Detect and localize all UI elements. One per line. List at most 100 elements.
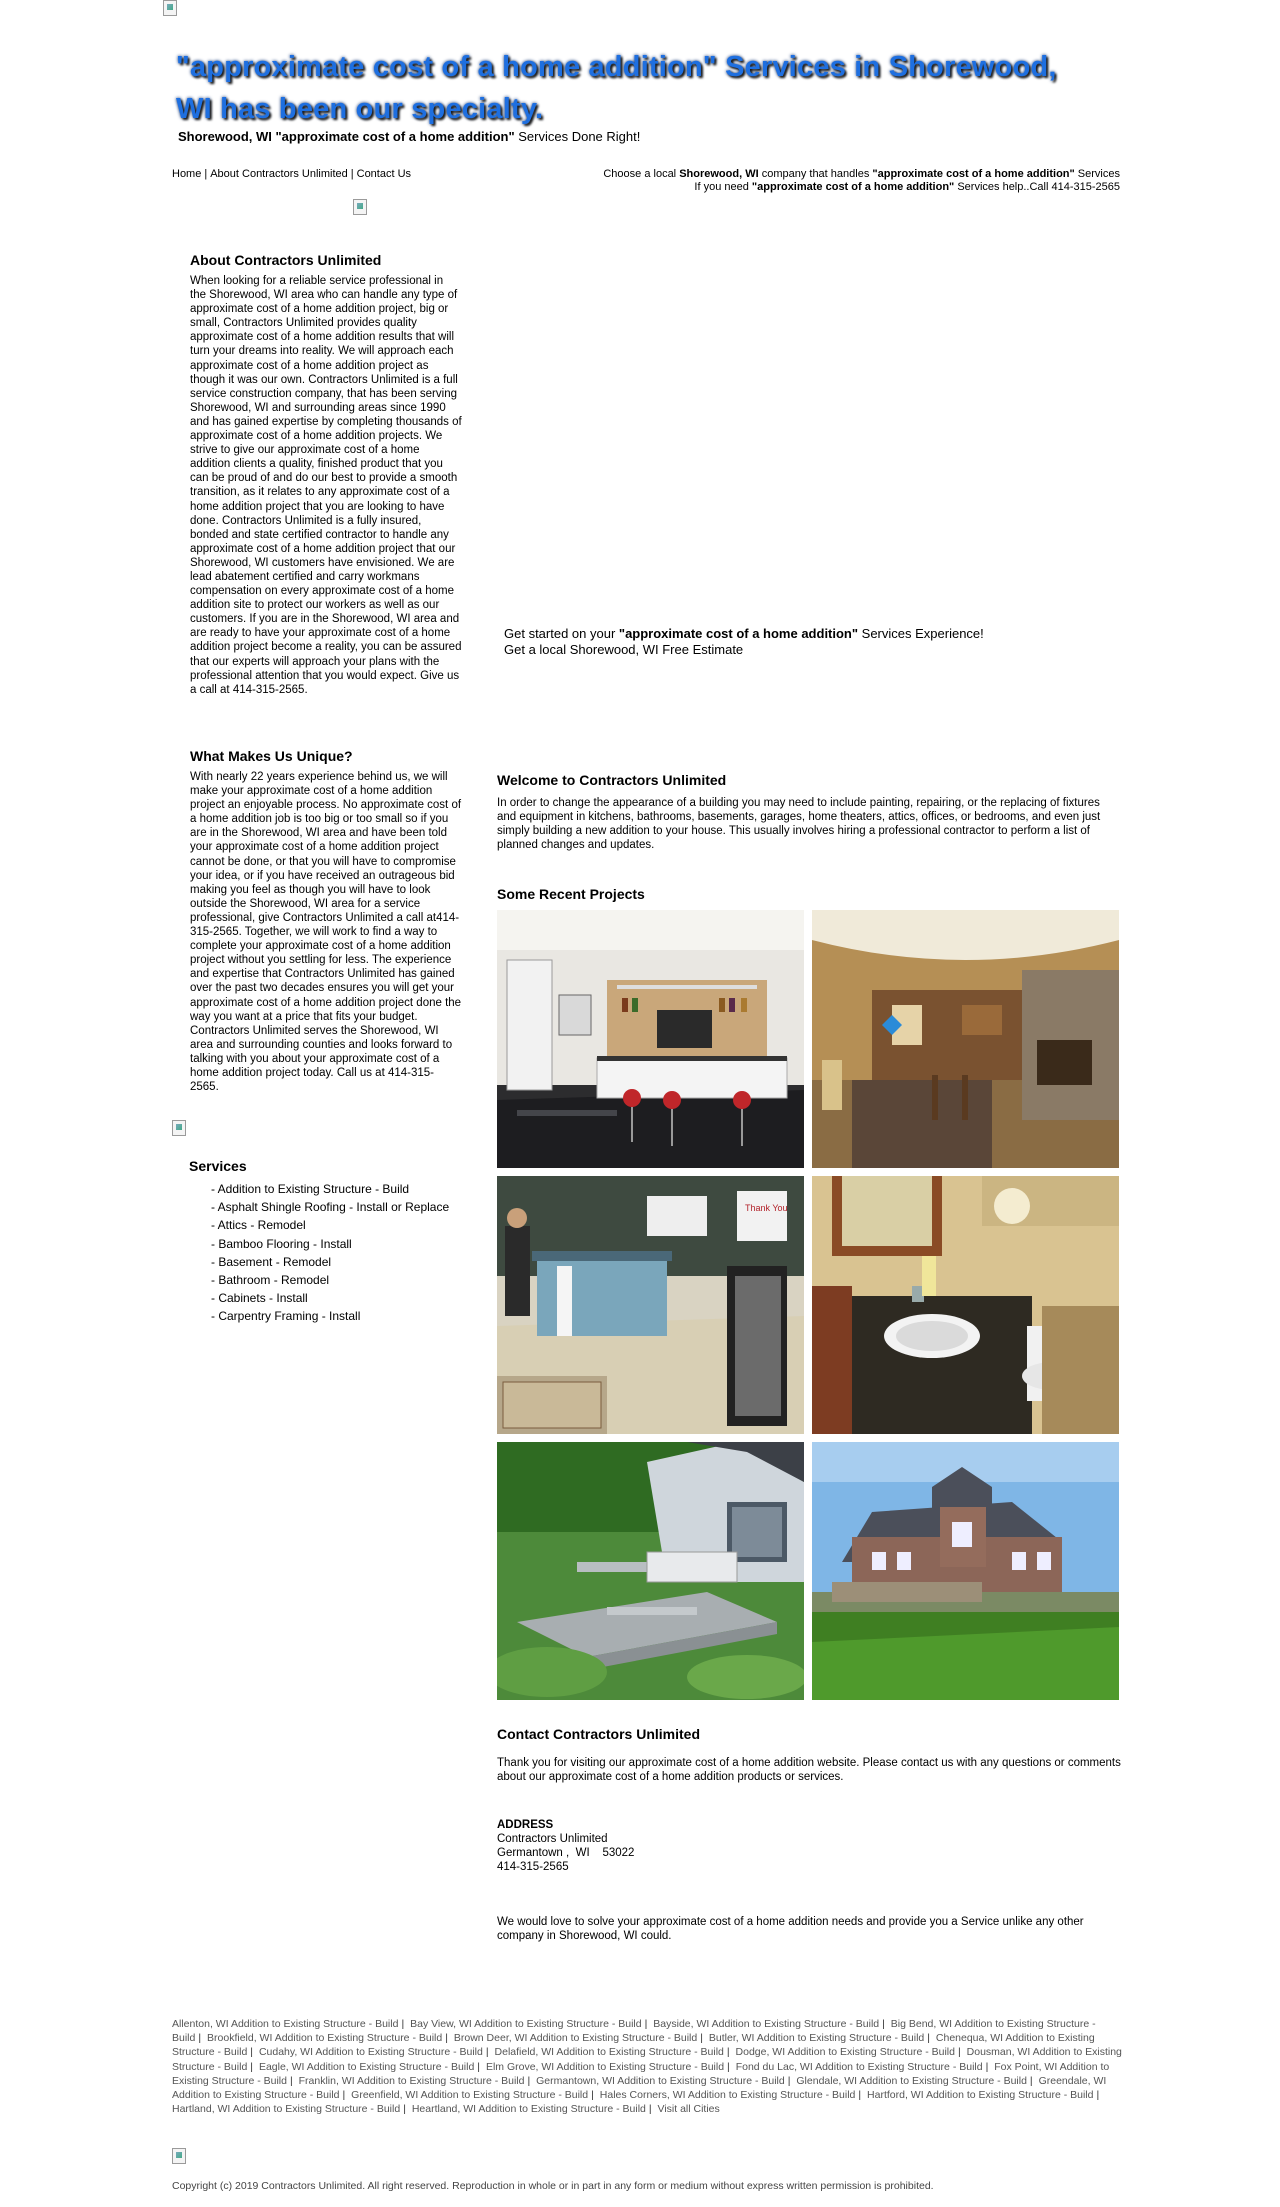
services-heading: Services	[189, 1158, 247, 1174]
tagline-line-2: If you need "approximate cost of a home …	[694, 181, 1120, 193]
projects-gallery: Thank You	[497, 910, 1122, 1700]
services-section: Services - Addition to Existing Structur…	[189, 1158, 449, 1326]
service-item[interactable]: - Addition to Existing Structure - Build	[211, 1180, 449, 1198]
city-separator: |	[591, 2089, 594, 2102]
top-nav: Home | About Contractors Unlimited | Contact…	[172, 168, 411, 180]
top-right-tagline: Choose a local Shorewood, WI company tha…	[603, 168, 1120, 194]
city-separator: |	[700, 2032, 703, 2045]
copyright-text: Copyright (c) 2019 Contractors Unlimited…	[172, 2180, 934, 2192]
contact-closing: We would love to solve your approximate …	[497, 1915, 1084, 1942]
broken-side-image	[172, 1120, 186, 1136]
address-city-line: Germantown , WI 53022	[497, 1847, 635, 1860]
unique-heading: What Makes Us Unique?	[190, 748, 353, 764]
services-list: - Addition to Existing Structure - Build…	[189, 1180, 449, 1326]
hero-subtitle: Shorewood, WI "approximate cost of a hom…	[178, 129, 640, 144]
city-separator: |	[648, 2103, 652, 2116]
city-link[interactable]: Hartland, WI Addition to Existing Struct…	[172, 2103, 400, 2115]
city-separator: |	[445, 2032, 448, 2045]
city-link[interactable]: Hartford, WI Addition to Existing Struct…	[867, 2089, 1093, 2101]
city-link[interactable]: Allenton, WI Addition to Existing Struct…	[172, 2018, 398, 2030]
city-separator: |	[957, 2046, 961, 2059]
project-photo-deck[interactable]	[497, 1442, 804, 1700]
city-links: Allenton, WI Addition to Existing Struct…	[172, 2017, 1122, 2116]
projects-heading: Some Recent Projects	[497, 886, 645, 902]
city-separator: |	[726, 2046, 730, 2059]
city-link[interactable]: Franklin, WI Addition to Existing Struct…	[299, 2075, 525, 2087]
tagline-line-1: Choose a local Shorewood, WI company tha…	[603, 168, 1120, 180]
city-separator: |	[403, 2103, 406, 2116]
city-separator: |	[401, 2018, 405, 2030]
city-separator: |	[342, 2089, 346, 2102]
service-item[interactable]: - Asphalt Shingle Roofing - Install or R…	[211, 1198, 449, 1216]
city-separator: |	[1096, 2089, 1100, 2102]
city-separator: |	[250, 2046, 254, 2059]
city-link[interactable]: Elm Grove, WI Addition to Existing Struc…	[486, 2061, 724, 2073]
project-photo-basement-bar[interactable]	[497, 910, 804, 1168]
city-separator: |	[787, 2074, 791, 2087]
city-separator: |	[289, 2074, 293, 2087]
service-item[interactable]: - Attics - Remodel	[211, 1216, 449, 1234]
welcome-section: Welcome to Contractors Unlimited In orde…	[497, 772, 1122, 852]
get-started-line-1: Get started on your "approximate cost of…	[504, 626, 984, 641]
city-link[interactable]: Fond du Lac, WI Addition to Existing Str…	[736, 2061, 983, 2073]
hero-subtitle-rest: Services Done Right!	[514, 129, 641, 144]
city-separator: |	[250, 2060, 254, 2073]
hero-title: "approximate cost of a home addition" Se…	[176, 51, 1057, 125]
unique-section: What Makes Us Unique? With nearly 22 yea…	[190, 748, 462, 1094]
address-label: ADDRESS	[497, 1819, 554, 1832]
city-separator: |	[927, 2032, 930, 2045]
city-link[interactable]: Dodge, WI Addition to Existing Structure…	[736, 2046, 955, 2058]
city-link[interactable]: Hales Corners, WI Addition to Existing S…	[600, 2089, 856, 2101]
city-separator: |	[858, 2089, 862, 2102]
contact-heading: Contact Contractors Unlimited	[497, 1726, 701, 1742]
city-link[interactable]: Delafield, WI Addition to Existing Struc…	[495, 2046, 724, 2058]
city-link[interactable]: Brookfield, WI Addition to Existing Stru…	[207, 2032, 442, 2044]
service-item[interactable]: - Bamboo Flooring - Install	[211, 1235, 449, 1253]
city-link[interactable]: Bay View, WI Addition to Existing Struct…	[410, 2018, 642, 2030]
city-separator: |	[882, 2018, 885, 2030]
welcome-heading: Welcome to Contractors Unlimited	[497, 772, 727, 788]
broken-banner-image	[163, 0, 177, 16]
service-item[interactable]: - Bathroom - Remodel	[211, 1271, 449, 1289]
service-item[interactable]: - Cabinets - Install	[211, 1289, 449, 1307]
nav-separator: |	[204, 168, 208, 180]
get-started-callout: Get started on your "approximate cost of…	[504, 626, 984, 658]
city-separator: |	[477, 2060, 481, 2073]
broken-footer-image	[172, 2148, 186, 2164]
city-link[interactable]: Greenfield, WI Addition to Existing Stru…	[351, 2089, 588, 2101]
broken-logo-image	[353, 199, 367, 215]
hero-subtitle-bold: Shorewood, WI "approximate cost of a hom…	[178, 129, 515, 144]
contact-section: Contact Contractors Unlimited Thank you …	[497, 1726, 1122, 1943]
about-heading: About Contractors Unlimited	[190, 252, 382, 268]
service-item[interactable]: - Basement - Remodel	[211, 1253, 449, 1271]
welcome-body: In order to change the appearance of a b…	[497, 797, 1101, 852]
city-link[interactable]: Brown Deer, WI Addition to Existing Stru…	[454, 2032, 697, 2044]
city-link[interactable]: Bayside, WI Addition to Existing Structu…	[653, 2018, 879, 2030]
city-link[interactable]: Glendale, WI Addition to Existing Struct…	[796, 2075, 1027, 2087]
city-link[interactable]: Heartland, WI Addition to Existing Struc…	[412, 2103, 646, 2115]
nav-home-link[interactable]: Home	[172, 168, 201, 180]
nav-contact-link[interactable]: Contact Us	[357, 168, 411, 180]
city-link[interactable]: Eagle, WI Addition to Existing Structure…	[259, 2061, 474, 2073]
project-photo-bathroom-vanity[interactable]	[812, 1176, 1119, 1434]
city-link[interactable]: Germantown, WI Addition to Existing Stru…	[536, 2075, 785, 2087]
nav-about-link[interactable]: About Contractors Unlimited	[210, 168, 348, 180]
city-separator: |	[485, 2046, 489, 2059]
service-item[interactable]: - Carpentry Framing - Install	[211, 1307, 449, 1325]
contact-intro: Thank you for visiting our approximate c…	[497, 1757, 1121, 1784]
contact-address: ADDRESS Contractors Unlimited Germantown…	[497, 1818, 1122, 1874]
address-phone: 414-315-2565	[497, 1861, 569, 1874]
city-separator: |	[644, 2018, 648, 2030]
nav-separator: |	[350, 168, 354, 180]
photo-sign-text: Thank You	[745, 1203, 788, 1213]
city-separator: |	[198, 2032, 202, 2045]
address-company: Contractors Unlimited	[497, 1833, 608, 1846]
city-link[interactable]: Visit all Cities	[658, 2103, 720, 2115]
project-photo-office-lobby[interactable]: Thank You	[497, 1176, 804, 1434]
city-link[interactable]: Butler, WI Addition to Existing Structur…	[709, 2032, 924, 2044]
unique-body: With nearly 22 years experience behind u…	[190, 771, 462, 1094]
city-link[interactable]: Cudahy, WI Addition to Existing Structur…	[259, 2046, 483, 2058]
project-photo-family-room[interactable]	[812, 910, 1119, 1168]
get-started-line-2[interactable]: Get a local Shorewood, WI Free Estimate	[504, 642, 984, 658]
project-photo-house-exterior[interactable]	[812, 1442, 1119, 1700]
